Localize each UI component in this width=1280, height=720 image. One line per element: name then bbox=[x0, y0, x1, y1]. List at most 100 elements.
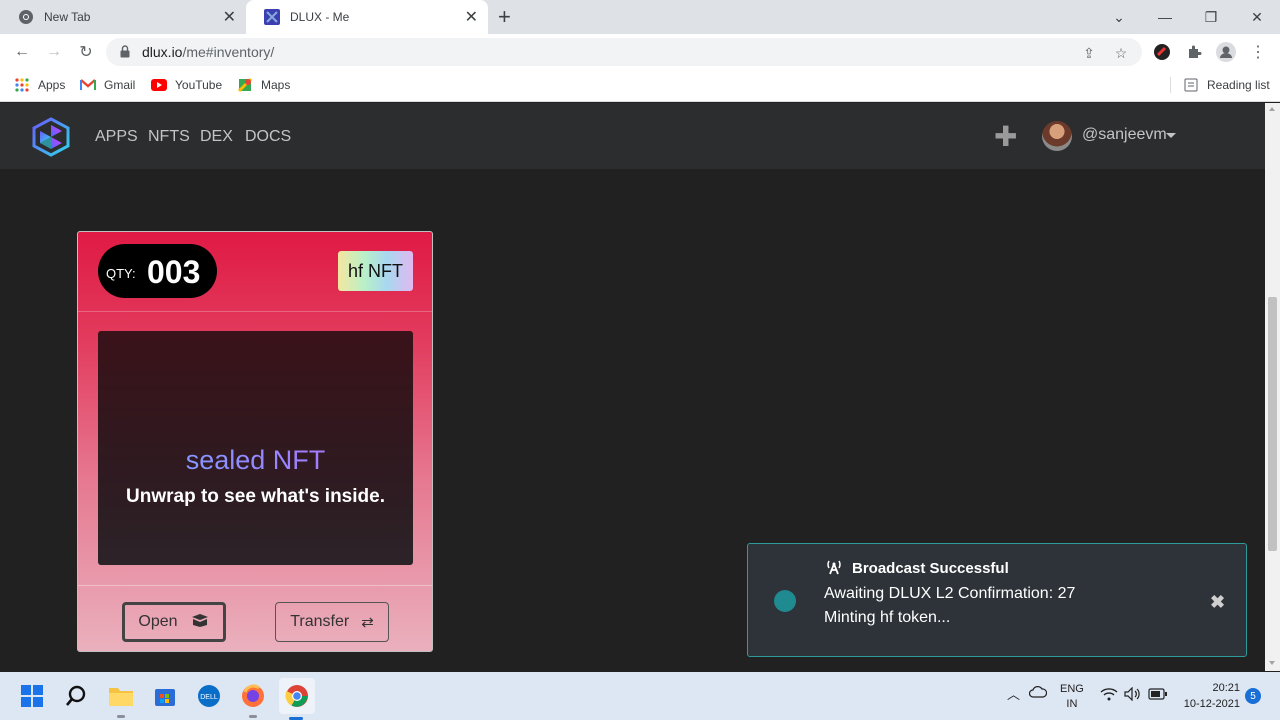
language-indicator[interactable]: ENG IN bbox=[1060, 682, 1084, 712]
windows-taskbar: DELL ︿ ENG IN 20:21 10-12-2021 5 bbox=[0, 672, 1280, 720]
bookmark-maps[interactable]: Maps bbox=[237, 77, 290, 93]
extensions-puzzle-icon[interactable] bbox=[1184, 42, 1204, 62]
reading-list-icon bbox=[1183, 77, 1199, 93]
bookmark-youtube[interactable]: YouTube bbox=[151, 77, 222, 93]
running-indicator bbox=[117, 715, 125, 718]
maps-icon bbox=[237, 77, 253, 93]
transfer-button[interactable]: Transfer ⇄ bbox=[275, 602, 389, 642]
clock-date: 10-12-2021 bbox=[1183, 698, 1240, 710]
nav-apps[interactable]: APPS bbox=[95, 128, 138, 146]
chrome-taskbar-icon[interactable] bbox=[279, 678, 315, 720]
toast-title: Broadcast Successful bbox=[852, 560, 1009, 577]
address-bar[interactable]: dlux.io/me#inventory/ ⇪ ☆ bbox=[106, 38, 1142, 66]
qty-label: QTY: bbox=[106, 266, 136, 281]
scroll-up-icon[interactable] bbox=[1269, 107, 1275, 111]
sealed-preview: sealed NFT Unwrap to see what's inside. bbox=[98, 331, 413, 565]
menu-kebab-icon[interactable]: ⋮ bbox=[1248, 42, 1268, 62]
reading-list-button[interactable]: Reading list bbox=[1170, 77, 1270, 93]
toast-title-row: Broadcast Successful bbox=[824, 559, 1009, 578]
onedrive-cloud-icon[interactable] bbox=[1028, 686, 1048, 701]
bookmark-label: Maps bbox=[261, 78, 291, 92]
bookmark-gmail[interactable]: Gmail bbox=[80, 77, 135, 93]
site-navbar: APPS NFTS DEX DOCS ✚ @sanjeevm bbox=[0, 103, 1265, 169]
firefox-icon[interactable] bbox=[237, 680, 269, 718]
bookmarks-bar: Apps Gmail YouTube Maps Reading list bbox=[0, 70, 1280, 102]
bookmark-apps[interactable]: Apps bbox=[14, 77, 65, 93]
windows-start-icon[interactable] bbox=[16, 680, 48, 712]
back-icon[interactable]: ← bbox=[10, 40, 34, 64]
lang-bottom: IN bbox=[1066, 698, 1078, 710]
profile-icon[interactable] bbox=[1216, 42, 1236, 62]
youtube-icon bbox=[151, 77, 167, 93]
lang-top: ENG bbox=[1060, 683, 1084, 695]
nav-docs[interactable]: DOCS bbox=[245, 128, 291, 146]
lock-icon[interactable] bbox=[120, 45, 130, 63]
bookmark-label: Gmail bbox=[104, 78, 136, 92]
tab-new-tab[interactable]: New Tab ✕ bbox=[0, 0, 246, 34]
share-icon[interactable]: ⇪ bbox=[1080, 44, 1098, 62]
scroll-down-icon[interactable] bbox=[1269, 661, 1275, 665]
status-spinner-icon bbox=[774, 590, 796, 612]
new-tab-button[interactable]: + bbox=[498, 4, 511, 30]
exchange-arrows-icon: ⇄ bbox=[361, 614, 374, 631]
box-open-icon bbox=[190, 613, 210, 631]
close-tab-icon[interactable]: ✕ bbox=[223, 7, 236, 27]
scrollbar-thumb[interactable] bbox=[1268, 297, 1277, 551]
toast-status-line: Awaiting DLUX L2 Confirmation: 27 bbox=[824, 585, 1076, 602]
hf-nft-badge: hf NFT bbox=[338, 251, 413, 291]
avatar[interactable] bbox=[1042, 121, 1072, 151]
close-icon[interactable]: ✖ bbox=[1210, 592, 1225, 613]
tab-dlux-me[interactable]: DLUX - Me ✕ bbox=[246, 0, 488, 34]
username-dropdown[interactable]: @sanjeevm bbox=[1082, 126, 1167, 144]
volume-icon[interactable] bbox=[1124, 686, 1142, 704]
forward-icon[interactable]: → bbox=[42, 40, 66, 64]
tab-title: DLUX - Me bbox=[290, 10, 350, 24]
notification-badge[interactable]: 5 bbox=[1245, 688, 1261, 704]
close-window-icon[interactable]: ✕ bbox=[1234, 0, 1280, 34]
wifi-icon[interactable] bbox=[1100, 687, 1118, 704]
file-explorer-icon[interactable] bbox=[105, 680, 137, 718]
tab-search-icon[interactable]: ⌄ bbox=[1096, 0, 1142, 34]
open-button[interactable]: Open bbox=[122, 602, 226, 642]
reload-icon[interactable]: ↻ bbox=[74, 40, 98, 64]
nav-dex[interactable]: DEX bbox=[200, 128, 233, 146]
extension-icon[interactable] bbox=[1152, 42, 1172, 62]
add-plus-icon[interactable]: ✚ bbox=[994, 123, 1017, 151]
dlux-icon bbox=[264, 9, 280, 25]
close-tab-icon[interactable]: ✕ bbox=[465, 7, 478, 27]
restore-icon[interactable]: ❐ bbox=[1188, 0, 1234, 34]
running-indicator bbox=[249, 715, 257, 718]
tab-title: New Tab bbox=[44, 10, 91, 24]
chevron-up-icon[interactable]: ︿ bbox=[1007, 684, 1020, 703]
bookmark-label: YouTube bbox=[175, 78, 223, 92]
qty-value: 003 bbox=[147, 254, 201, 290]
chevron-down-icon[interactable] bbox=[1166, 133, 1176, 138]
system-clock[interactable]: 20:21 10-12-2021 bbox=[1178, 680, 1240, 712]
bookmark-star-icon[interactable]: ☆ bbox=[1112, 44, 1130, 62]
svg-text:DELL: DELL bbox=[200, 694, 218, 701]
reading-list-label: Reading list bbox=[1207, 78, 1270, 92]
bookmark-label: Apps bbox=[38, 78, 66, 92]
url-path: /me#inventory/ bbox=[182, 44, 275, 60]
clock-time: 20:21 bbox=[1212, 682, 1240, 694]
url-text[interactable]: dlux.io/me#inventory/ bbox=[142, 44, 274, 60]
broadcast-tower-icon bbox=[824, 559, 844, 578]
sealed-title: sealed NFT bbox=[98, 445, 413, 476]
dell-icon[interactable]: DELL bbox=[193, 680, 225, 712]
dlux-logo-icon[interactable] bbox=[30, 117, 72, 157]
broadcast-toast: Broadcast Successful Awaiting DLUX L2 Co… bbox=[747, 543, 1247, 657]
minimize-icon[interactable]: — bbox=[1142, 0, 1188, 34]
gmail-icon bbox=[80, 77, 96, 93]
page-scrollbar[interactable] bbox=[1265, 103, 1280, 671]
microsoft-store-icon[interactable] bbox=[149, 680, 181, 712]
url-host: dlux.io bbox=[142, 44, 183, 60]
sealed-subtitle: Unwrap to see what's inside. bbox=[126, 486, 385, 507]
qty-pill: QTY: 003 bbox=[98, 244, 217, 298]
transfer-label: Transfer bbox=[290, 613, 350, 630]
search-icon[interactable] bbox=[60, 680, 92, 712]
battery-icon[interactable] bbox=[1148, 688, 1168, 703]
nav-nfts[interactable]: NFTS bbox=[148, 128, 190, 146]
card-footer: Open Transfer ⇄ bbox=[78, 585, 432, 651]
card-header: QTY: 003 hf NFT bbox=[78, 232, 432, 312]
sealed-nft-card: QTY: 003 hf NFT sealed NFT Unwrap to see… bbox=[77, 231, 433, 652]
